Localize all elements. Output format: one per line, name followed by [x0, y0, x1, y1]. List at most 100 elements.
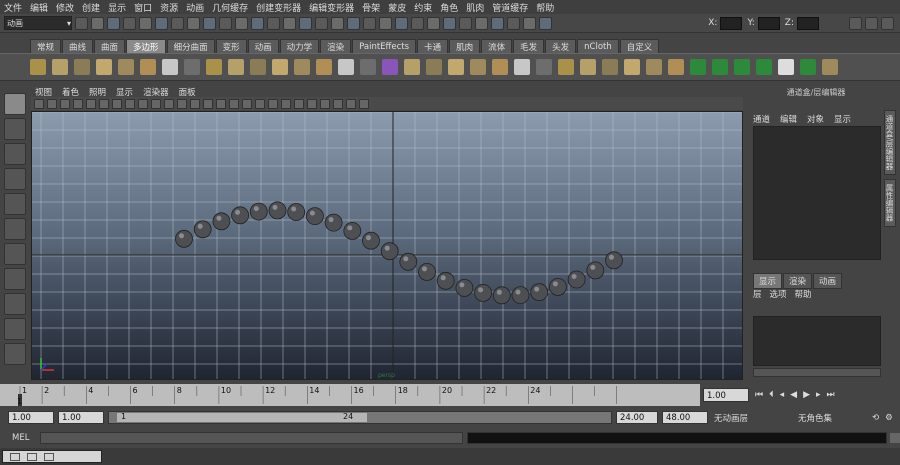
sidebar-toggle-icon[interactable]: [849, 16, 862, 30]
perspective-viewport[interactable]: persp: [31, 111, 743, 380]
layout-quad-icon[interactable]: [4, 293, 26, 315]
coord-x[interactable]: X:: [708, 16, 743, 30]
layer-tab[interactable]: 显示: [753, 273, 783, 289]
menu-item[interactable]: 创建: [82, 1, 100, 14]
extrude-icon[interactable]: [558, 59, 574, 75]
mirror-icon[interactable]: [426, 59, 442, 75]
sphere-object[interactable]: [474, 283, 493, 302]
menu-item[interactable]: 文件: [4, 1, 22, 14]
time-slider-ruler[interactable]: 1 2 4 6 8 10 12 14 16 18 20 22 241: [0, 384, 700, 406]
layer-tab[interactable]: 动画: [813, 273, 843, 289]
uv-spherical-icon[interactable]: [734, 59, 750, 75]
panel-menu-item[interactable]: 照明: [89, 86, 106, 98]
panel-tool-icon[interactable]: [229, 98, 239, 109]
sphere-object[interactable]: [492, 286, 511, 305]
shelf-tab[interactable]: 多边形: [126, 39, 166, 53]
shelf-tab[interactable]: 常规: [30, 39, 62, 53]
bridge-icon[interactable]: [580, 59, 596, 75]
sphere-object[interactable]: [567, 270, 586, 289]
sphere-object[interactable]: [305, 207, 324, 225]
sphere-object[interactable]: [380, 242, 399, 261]
coord-z[interactable]: Z:: [785, 16, 819, 30]
panel-tool-icon[interactable]: [112, 98, 122, 109]
menu-item[interactable]: 约束: [414, 1, 432, 14]
shelf-tab[interactable]: 流体: [481, 39, 513, 53]
pipe-icon[interactable]: [206, 59, 222, 75]
menu-item[interactable]: 帮助: [536, 1, 554, 14]
status-tool-icon[interactable]: [139, 16, 152, 30]
status-tool-icon[interactable]: [491, 16, 504, 30]
helix-icon[interactable]: [228, 59, 244, 75]
panel-tool-icon[interactable]: [203, 98, 213, 109]
panel-menu-item[interactable]: 着色: [62, 86, 79, 98]
platonic-icon[interactable]: [272, 59, 288, 75]
status-tool-icon[interactable]: [91, 16, 104, 30]
menu-item[interactable]: 窗口: [134, 1, 152, 14]
menu-item[interactable]: 骨架: [362, 1, 380, 14]
status-tool-icon[interactable]: [315, 16, 328, 30]
panel-tool-icon[interactable]: [151, 98, 161, 109]
character-set-dropdown[interactable]: 无角色集: [798, 412, 832, 424]
sphere-object[interactable]: [193, 220, 212, 239]
torus-icon[interactable]: [140, 59, 156, 75]
animation-start-field[interactable]: 1.00: [8, 411, 54, 424]
script-editor-icon[interactable]: [890, 432, 900, 443]
status-tool-icon[interactable]: [251, 16, 264, 30]
paint-select-tool-icon[interactable]: [4, 143, 26, 165]
sphere-object[interactable]: [511, 286, 530, 305]
panel-tool-icon[interactable]: [242, 98, 252, 109]
rotate-tool-icon[interactable]: [4, 193, 26, 215]
go-to-start-icon[interactable]: ⏮: [755, 390, 763, 400]
shelf-tab[interactable]: nCloth: [577, 39, 619, 53]
panel-tool-icon[interactable]: [60, 98, 70, 109]
close-icon[interactable]: [44, 452, 54, 461]
sphere-object[interactable]: [399, 252, 418, 271]
status-tool-icon[interactable]: [475, 16, 488, 30]
layout-single-icon[interactable]: [4, 268, 26, 290]
manipulator-tool-icon[interactable]: [4, 243, 26, 265]
shelf-tab[interactable]: 变形: [215, 39, 247, 53]
menu-item[interactable]: 修改: [56, 1, 74, 14]
anim-layer-dropdown[interactable]: 无动画层: [714, 412, 748, 424]
status-tool-icon[interactable]: [75, 16, 88, 30]
side-tab-channel-box[interactable]: 通道盒/层编辑器: [884, 110, 896, 176]
status-tool-icon[interactable]: [523, 16, 536, 30]
shelf-tab[interactable]: 动画: [247, 39, 279, 53]
status-tool-icon[interactable]: [299, 16, 312, 30]
panel-tool-icon[interactable]: [320, 98, 330, 109]
shelf-tab[interactable]: 曲线: [62, 39, 94, 53]
status-tool-icon[interactable]: [171, 16, 184, 30]
merge-icon[interactable]: [646, 59, 662, 75]
panel-menu-item[interactable]: 显示: [116, 86, 133, 98]
sphere-object[interactable]: [175, 229, 193, 248]
side-tab-attribute-editor[interactable]: 属性编辑器: [884, 179, 896, 227]
menu-item[interactable]: 肌肉: [466, 1, 484, 14]
step-back-frame-icon[interactable]: ◂: [780, 390, 785, 400]
menu-item[interactable]: 动画: [186, 1, 204, 14]
cube-icon[interactable]: [52, 59, 68, 75]
viewport-canvas[interactable]: persp: [32, 112, 743, 380]
attribute-editor-toggle-icon[interactable]: [865, 16, 878, 30]
minimized-window[interactable]: [2, 450, 102, 463]
playback-end-field[interactable]: 24.00: [616, 411, 658, 424]
offset-loop-icon[interactable]: [536, 59, 552, 75]
panel-tool-icon[interactable]: [359, 98, 369, 109]
collapse-icon[interactable]: [668, 59, 684, 75]
bevel-icon[interactable]: [602, 59, 618, 75]
step-forward-frame-icon[interactable]: ▸: [816, 390, 821, 400]
panel-menu-item[interactable]: 面板: [179, 86, 196, 98]
duplicate-face-icon[interactable]: [624, 59, 640, 75]
layer-menu-item[interactable]: 层: [753, 288, 762, 300]
shelf-tab[interactable]: PaintEffects: [352, 39, 417, 53]
boolean-icon[interactable]: [382, 59, 398, 75]
uv-auto-icon[interactable]: [756, 59, 772, 75]
sphere-object[interactable]: [249, 202, 268, 221]
panel-menu-item[interactable]: 视图: [35, 86, 52, 98]
panel-tool-icon[interactable]: [34, 98, 44, 109]
status-tool-icon[interactable]: [427, 16, 440, 30]
panel-tool-icon[interactable]: [164, 98, 174, 109]
animation-end-field[interactable]: 48.00: [662, 411, 708, 424]
sphere-object[interactable]: [287, 203, 306, 221]
layer-tab[interactable]: 渲染: [783, 273, 813, 289]
cone-icon[interactable]: [96, 59, 112, 75]
